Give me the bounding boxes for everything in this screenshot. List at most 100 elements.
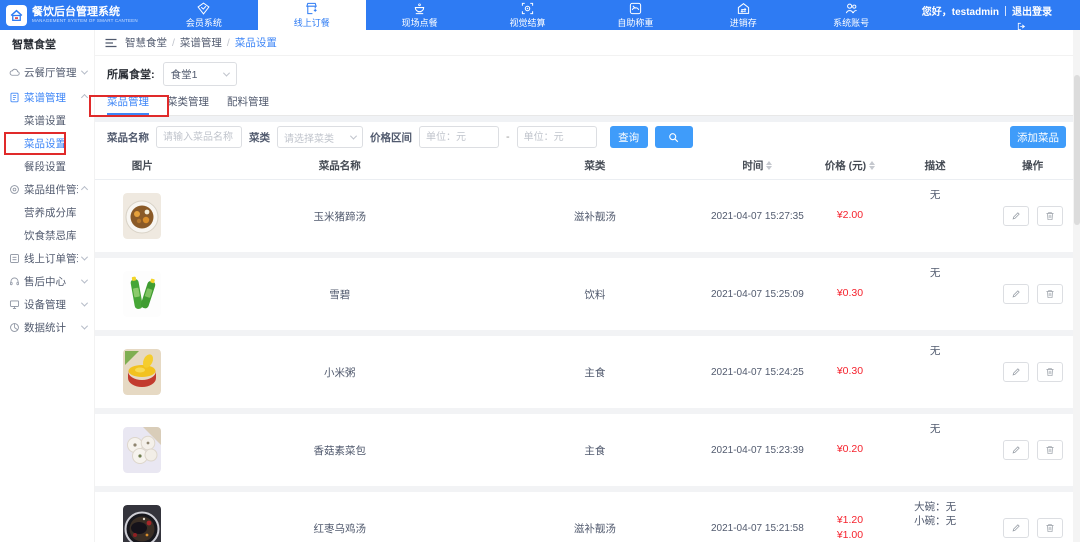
delete-button[interactable] — [1036, 518, 1063, 538]
dish-image — [123, 271, 162, 317]
tabs-bar: 菜品管理 菜类管理 配料管理 — [95, 92, 1080, 116]
table-row: 小米粥 主食 2021-04-07 15:24:25 ¥0.30 无 — [95, 336, 1080, 408]
edit-button[interactable] — [1002, 518, 1029, 538]
component-icon — [8, 184, 20, 195]
chevron-down-icon — [80, 299, 89, 307]
dish-name: 香菇素菜包 — [313, 444, 367, 457]
logout-button[interactable]: 退出登录 — [1012, 3, 1052, 18]
edit-button[interactable] — [1002, 206, 1029, 226]
logout-icon[interactable] — [1017, 18, 1026, 31]
dish-time: 2021-04-07 15:27:35 — [710, 210, 804, 222]
nav-item-self-weighing[interactable]: 自助称重 — [581, 0, 689, 30]
chevron-up-icon — [80, 93, 89, 102]
dish-image — [123, 349, 162, 395]
app-logo-icon — [6, 4, 27, 26]
dish-description: 大碗：无 — [914, 501, 957, 513]
nav-item-visual-settlement[interactable]: 视觉结算 — [474, 0, 582, 30]
scrollbar-thumb[interactable] — [1073, 75, 1080, 225]
dish-category: 滋补靓汤 — [573, 210, 616, 223]
sidebar-item-cloud-restaurant[interactable]: 云餐厅管理 — [0, 58, 94, 86]
breadcrumb: 智慧食堂 / 菜谱管理 / 菜品设置 — [95, 30, 1080, 56]
edit-button[interactable] — [1002, 362, 1029, 382]
edit-button[interactable] — [1002, 284, 1029, 304]
nav-item-online-ordering[interactable]: 线上订餐 — [257, 0, 366, 30]
dish-image — [123, 505, 162, 542]
delete-button[interactable] — [1036, 206, 1063, 226]
sidebar-item-data-statistics[interactable]: 数据统计 — [0, 316, 94, 339]
table-row: 红枣乌鸡汤 滋补靓汤 2021-04-07 15:21:58 ¥1.20 ¥1.0… — [95, 492, 1080, 542]
online-store-icon — [305, 2, 318, 15]
sidebar-item-nutrition-library[interactable]: 营养成分库 — [0, 201, 94, 224]
dish-time: 2021-04-07 15:21:58 — [710, 522, 804, 534]
nav-item-onsite-ordering[interactable]: 现场点餐 — [366, 0, 474, 30]
dish-name: 红枣乌鸡汤 — [313, 522, 367, 535]
dish-time: 2021-04-07 15:23:39 — [710, 444, 804, 456]
dish-image — [123, 427, 162, 473]
user-divider — [1005, 5, 1006, 16]
tab-ingredient-management[interactable]: 配料管理 — [227, 94, 269, 115]
canteen-filter-row: 所属食堂: 食堂1 — [95, 56, 1080, 92]
sidebar-header: 智慧食堂 — [12, 39, 56, 51]
price-min-input[interactable] — [419, 126, 499, 148]
category-select-placeholder: 请选择菜类 — [284, 133, 334, 145]
tab-dish-management[interactable]: 菜品管理 — [107, 94, 149, 115]
delete-button[interactable] — [1036, 440, 1063, 460]
breadcrumb-separator: / — [226, 36, 230, 49]
dish-price: ¥0.30 — [836, 286, 864, 299]
sort-carets-icon[interactable] — [766, 161, 773, 170]
dish-time: 2021-04-07 15:25:09 — [710, 288, 804, 300]
breadcrumb-item-smart-canteen[interactable]: 智慧食堂 — [125, 35, 167, 50]
header-description: 描述 — [924, 160, 946, 172]
sidebar-item-recipe-management[interactable]: 菜谱管理 — [0, 86, 94, 109]
delete-button[interactable] — [1036, 284, 1063, 304]
collapse-menu-icon[interactable] — [105, 38, 117, 48]
weigh-scale-icon — [629, 2, 642, 15]
header-time[interactable]: 时间 — [700, 158, 815, 173]
sidebar-item-device-management[interactable]: 设备管理 — [0, 293, 94, 316]
nav-item-inventory[interactable]: 进销存 — [689, 0, 797, 30]
category-select[interactable]: 请选择菜类 — [277, 126, 363, 148]
sidebar-item-meal-period-settings[interactable]: 餐段设置 — [0, 155, 94, 178]
sidebar-item-recipe-settings[interactable]: 菜谱设置 — [0, 109, 94, 132]
nav-label: 会员系统 — [185, 17, 222, 28]
chevron-down-icon — [80, 253, 89, 261]
sidebar-item-dish-component-management[interactable]: 菜品组件管理 — [0, 178, 94, 201]
order-list-icon — [8, 253, 20, 264]
nav-item-system-accounts[interactable]: 系统账号 — [797, 0, 905, 30]
top-nav-menu: 会员系统 线上订餐 现场点餐 视觉结算 自助称重 进销存 系统账号 — [150, 0, 905, 30]
sidebar: 智慧食堂 云餐厅管理 菜谱管理 菜谱设置 菜品设置 餐段设置 菜品组件管理 营养… — [0, 30, 95, 542]
tab-category-management[interactable]: 菜类管理 — [167, 94, 209, 115]
table-row: 雪碧 饮料 2021-04-07 15:25:09 ¥0.30 无 — [95, 258, 1080, 330]
header-price[interactable]: 价格 (元) — [815, 158, 885, 173]
pie-chart-icon — [8, 322, 20, 333]
nav-item-member-system[interactable]: 会员系统 — [150, 0, 258, 30]
edit-button[interactable] — [1002, 440, 1029, 460]
delete-button[interactable] — [1036, 362, 1063, 382]
add-dish-button[interactable]: 添加菜品 — [1010, 126, 1066, 148]
category-label: 菜类 — [249, 131, 270, 144]
dish-name-input[interactable] — [156, 126, 242, 148]
table-row: 香菇素菜包 主食 2021-04-07 15:23:39 ¥0.20 无 — [95, 414, 1080, 486]
chevron-down-icon — [349, 132, 358, 140]
price-max-input[interactable] — [516, 126, 597, 148]
search-icon-button[interactable] — [654, 126, 693, 148]
nav-label: 视觉结算 — [509, 17, 546, 28]
dish-name: 玉米猪蹄汤 — [313, 210, 367, 223]
user-greeting: 您好，testadmin — [921, 7, 999, 18]
query-button[interactable]: 查询 — [609, 126, 648, 148]
dish-price: ¥0.30 — [836, 364, 864, 377]
scrollbar-track[interactable] — [1073, 30, 1080, 542]
chevron-down-icon — [222, 69, 230, 77]
main-content: 智慧食堂 / 菜谱管理 / 菜品设置 所属食堂: 食堂1 菜品管理 菜类管理 配… — [95, 30, 1080, 542]
sidebar-item-online-order-management[interactable]: 线上订单管理 — [0, 247, 94, 270]
sidebar-item-diet-taboo-library[interactable]: 饮食禁忌库 — [0, 224, 94, 247]
dish-category: 滋补靓汤 — [573, 522, 616, 535]
canteen-select[interactable]: 食堂1 — [162, 62, 237, 86]
dish-price: ¥2.00 — [836, 208, 864, 221]
sidebar-item-aftersales-center[interactable]: 售后中心 — [0, 270, 94, 293]
price-range-dash: - — [506, 131, 510, 143]
breadcrumb-item-recipe-management[interactable]: 菜谱管理 — [180, 35, 222, 50]
sidebar-item-dish-settings[interactable]: 菜品设置 — [0, 132, 94, 155]
sort-carets-icon[interactable] — [869, 161, 876, 170]
header-category: 菜类 — [584, 160, 606, 172]
